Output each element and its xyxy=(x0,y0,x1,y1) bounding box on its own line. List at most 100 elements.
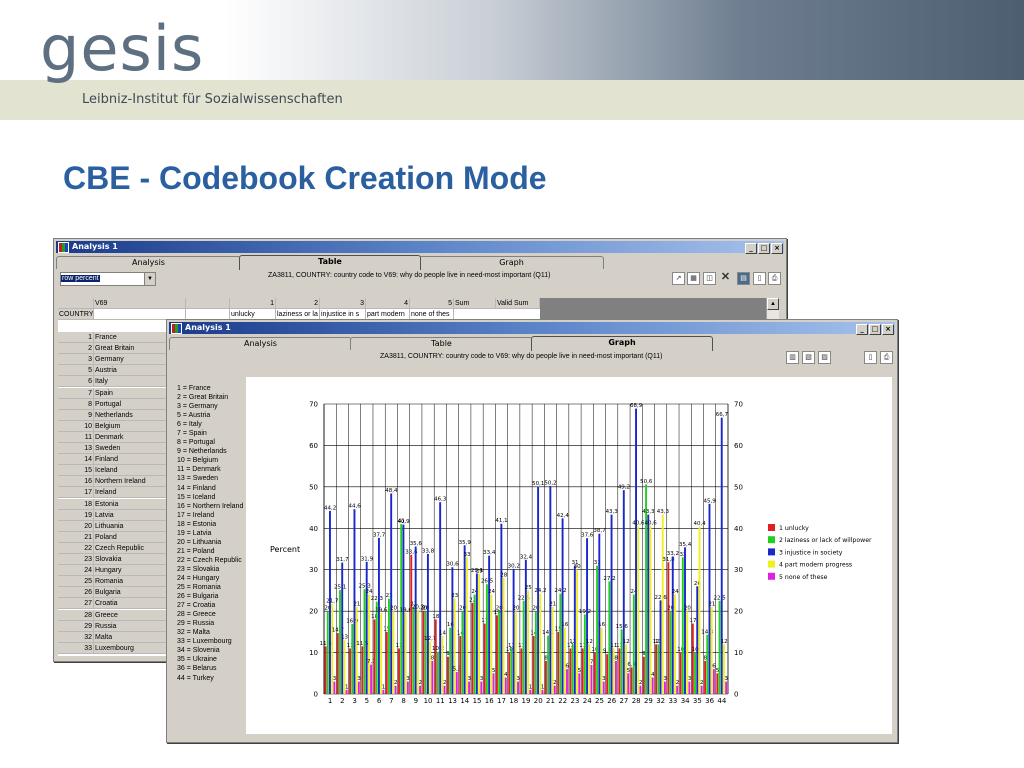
bar xyxy=(517,681,519,694)
bar xyxy=(412,607,415,694)
row-code: 2 xyxy=(58,343,94,355)
chart-color-icon[interactable]: ▨ xyxy=(818,351,831,364)
tab-analysis[interactable]: Analysis xyxy=(56,256,241,269)
country-key-item: 3 = Germany xyxy=(177,403,218,411)
x-tick-label: 10 xyxy=(424,697,433,705)
column-header-valid-sum[interactable]: Valid Sum xyxy=(496,298,540,309)
data-label: 44,6 xyxy=(348,504,361,510)
column-header-blank xyxy=(186,298,230,309)
data-label: 16 xyxy=(561,622,568,628)
chart-type-icon[interactable]: ▥ xyxy=(786,351,799,364)
column-header-3[interactable]: 3 xyxy=(320,298,366,309)
bar xyxy=(694,652,696,694)
calculator-icon[interactable]: ▤ xyxy=(737,272,750,285)
bar xyxy=(431,660,434,694)
filter-icon[interactable]: ◫ xyxy=(703,272,716,285)
data-label: 24,2 xyxy=(534,588,546,594)
data-label: 44,2 xyxy=(324,505,336,511)
bar xyxy=(720,417,723,694)
column-header-4[interactable]: 4 xyxy=(366,298,410,309)
window-titlebar[interactable]: Analysis 1 _ □ × xyxy=(56,241,784,254)
legend-swatch xyxy=(768,572,775,580)
tab-graph[interactable]: Graph xyxy=(419,256,604,269)
y-axis-label: Percent xyxy=(270,545,300,554)
data-label: 3 xyxy=(725,676,729,682)
bar xyxy=(380,612,383,694)
delete-icon[interactable]: ✕ xyxy=(720,272,731,283)
bar xyxy=(375,601,378,694)
data-label: 17 xyxy=(689,618,696,624)
country-key-item: 27 = Croatia xyxy=(177,602,216,610)
y-tick-label-right: 60 xyxy=(734,442,743,450)
bar xyxy=(490,594,493,694)
bar xyxy=(429,641,432,694)
tab-table[interactable]: Table xyxy=(350,337,533,350)
bar xyxy=(410,554,413,694)
bar xyxy=(488,555,491,694)
data-label: 20 xyxy=(512,606,519,612)
bar xyxy=(341,562,344,694)
bar xyxy=(588,644,591,694)
maximize-icon[interactable]: □ xyxy=(758,243,770,254)
bar xyxy=(696,586,699,694)
bar xyxy=(655,644,658,694)
maximize-icon[interactable]: □ xyxy=(869,324,881,335)
print-icon[interactable]: ⎙ xyxy=(880,351,893,364)
bar xyxy=(596,565,599,694)
bar xyxy=(642,656,645,694)
country-key-item: 34 = Slovenia xyxy=(177,647,220,655)
x-tick-label: 26 xyxy=(607,697,616,705)
country-key-item: 19 = Latvia xyxy=(177,529,212,537)
column-header-1[interactable]: 1 xyxy=(230,298,276,309)
chevron-down-icon[interactable]: ▼ xyxy=(144,273,155,285)
scroll-up-icon[interactable]: ▲ xyxy=(767,298,779,310)
bar xyxy=(630,667,633,694)
data-label: 31,7 xyxy=(336,557,349,563)
data-label: 12 xyxy=(586,639,593,645)
data-label: 24,2 xyxy=(554,588,566,594)
minimize-icon[interactable]: _ xyxy=(745,243,757,254)
country-key-item: 9 = Netherlands xyxy=(177,448,227,456)
bar xyxy=(622,490,625,694)
tab-table[interactable]: Table xyxy=(239,255,421,270)
chart-icon[interactable]: ▦ xyxy=(687,272,700,285)
data-label: 23 xyxy=(451,593,458,599)
x-tick-label: 23 xyxy=(571,697,580,705)
bar xyxy=(632,594,635,694)
export-icon[interactable]: ↗ xyxy=(672,272,685,285)
print-icon[interactable]: ⎙ xyxy=(768,272,781,285)
tab-graph[interactable]: Graph xyxy=(531,336,713,351)
row-code: 11 xyxy=(58,431,94,443)
statistic-select[interactable]: row percent ▼ xyxy=(60,272,156,286)
corner-cell xyxy=(58,298,94,309)
minimize-icon[interactable]: _ xyxy=(856,324,868,335)
row-code: 7 xyxy=(58,387,94,399)
bar xyxy=(422,611,425,694)
chart-style-icon[interactable]: ▧ xyxy=(802,351,815,364)
bar xyxy=(465,557,468,694)
column-header-5[interactable]: 5 xyxy=(410,298,454,309)
column-header-sum[interactable]: Sum xyxy=(454,298,496,309)
data-label: 50,2 xyxy=(544,481,556,487)
column-header-2[interactable]: 2 xyxy=(276,298,320,309)
bar xyxy=(600,627,603,694)
row-code: 5 xyxy=(58,365,94,377)
bar xyxy=(712,669,715,694)
window-title: Analysis 1 xyxy=(185,323,231,332)
bar xyxy=(608,581,611,694)
country-key-item: 35 = Ukraine xyxy=(177,656,217,664)
data-label: 40,9 xyxy=(397,519,410,525)
bar xyxy=(468,681,471,694)
close-icon[interactable]: × xyxy=(882,324,894,335)
window-titlebar[interactable]: Analysis 1 _ □ × xyxy=(169,322,895,335)
tab-analysis[interactable]: Analysis xyxy=(169,337,352,350)
close-icon[interactable]: × xyxy=(771,243,783,254)
bar xyxy=(434,619,437,694)
bar xyxy=(443,685,446,694)
bar xyxy=(649,525,652,694)
document-icon[interactable]: ▯ xyxy=(864,351,877,364)
data-label: 19,2 xyxy=(579,609,591,615)
document-icon[interactable]: ▯ xyxy=(753,272,766,285)
y-tick-label-left: 0 xyxy=(314,691,318,699)
x-tick-label: 3 xyxy=(352,697,356,705)
